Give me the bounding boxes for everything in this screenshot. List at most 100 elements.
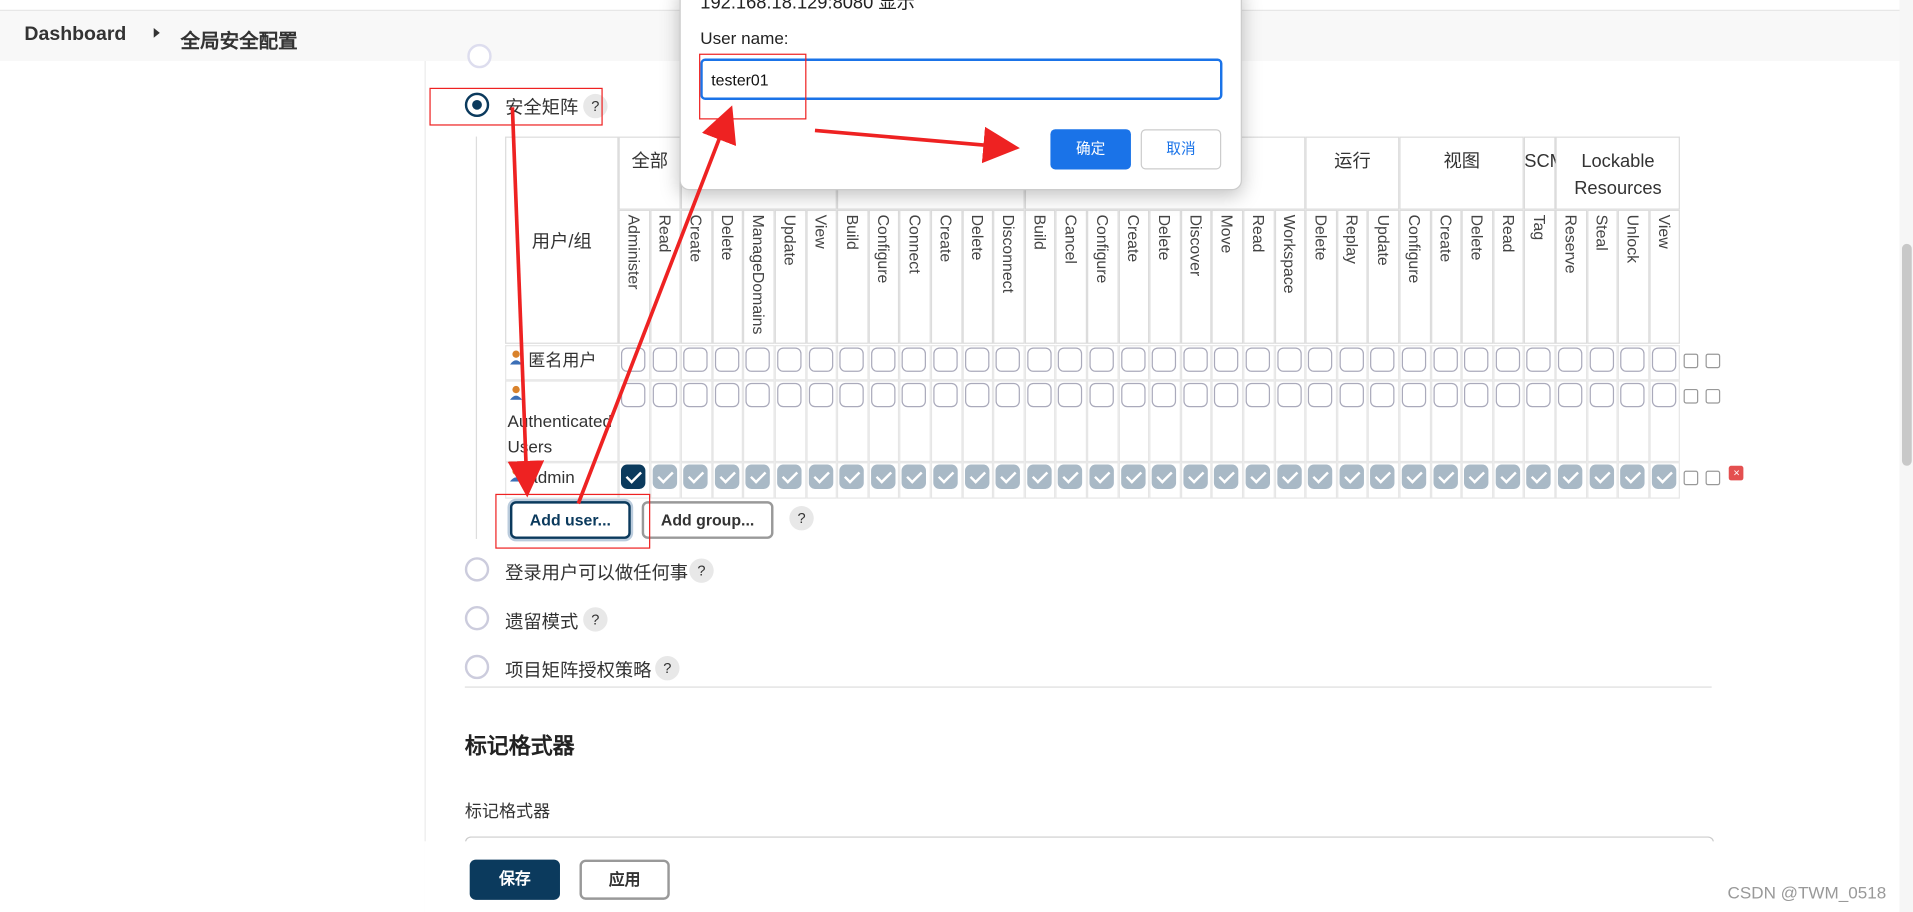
permission-checkbox[interactable] [1058, 347, 1083, 372]
permission-checkbox[interactable] [1151, 464, 1177, 489]
permission-checkbox[interactable] [1308, 382, 1333, 408]
permission-checkbox[interactable] [1214, 464, 1239, 489]
permission-checkbox[interactable] [777, 464, 802, 489]
permission-checkbox[interactable] [1433, 347, 1458, 372]
permission-checkbox[interactable] [808, 382, 833, 408]
permission-checkbox[interactable] [1557, 464, 1583, 489]
permission-checkbox[interactable] [1464, 382, 1489, 408]
permission-checkbox[interactable] [745, 382, 771, 408]
dialog-cancel-button[interactable]: 取消 [1140, 129, 1222, 170]
permission-checkbox[interactable] [683, 382, 708, 408]
permission-checkbox[interactable] [1401, 464, 1427, 489]
permission-checkbox[interactable] [902, 382, 927, 408]
permission-checkbox[interactable] [1620, 382, 1645, 408]
permission-checkbox[interactable] [870, 464, 896, 489]
permission-checkbox[interactable] [808, 347, 833, 372]
help-icon[interactable]: ? [655, 655, 680, 681]
permission-checkbox[interactable] [1151, 347, 1177, 372]
permission-checkbox[interactable] [1495, 464, 1520, 489]
permission-checkbox[interactable] [1276, 464, 1302, 489]
permission-checkbox[interactable] [839, 347, 864, 372]
permission-checkbox[interactable] [1339, 347, 1364, 372]
permission-checkbox[interactable] [995, 347, 1021, 372]
unselect-all-icon[interactable] [1706, 388, 1721, 404]
permission-checkbox[interactable] [1026, 347, 1052, 372]
permission-checkbox[interactable] [1495, 347, 1520, 372]
permission-checkbox[interactable] [683, 464, 708, 489]
permission-checkbox[interactable] [995, 464, 1021, 489]
permission-checkbox[interactable] [777, 382, 802, 408]
permission-checkbox[interactable] [620, 464, 646, 489]
radio-logged-in-anything[interactable] [464, 557, 490, 582]
permission-checkbox[interactable] [1089, 464, 1114, 489]
remove-entry-icon[interactable]: × [1729, 465, 1744, 481]
permission-checkbox[interactable] [1089, 382, 1114, 408]
permission-checkbox[interactable] [1183, 382, 1208, 408]
select-all-icon[interactable] [1684, 388, 1699, 404]
permission-checkbox[interactable] [1308, 347, 1333, 372]
permission-checkbox[interactable] [902, 347, 927, 372]
permission-checkbox[interactable] [620, 382, 646, 408]
radio-legacy-mode[interactable] [464, 605, 490, 631]
permission-checkbox[interactable] [714, 347, 740, 372]
permission-checkbox[interactable] [1339, 382, 1364, 408]
permission-checkbox[interactable] [1401, 382, 1427, 408]
permission-checkbox[interactable] [1651, 382, 1677, 408]
permission-checkbox[interactable] [1433, 464, 1458, 489]
dialog-ok-button[interactable]: 确定 [1050, 129, 1131, 170]
permission-checkbox[interactable] [1557, 382, 1583, 408]
permission-checkbox[interactable] [1276, 382, 1302, 408]
permission-checkbox[interactable] [1464, 347, 1489, 372]
permission-checkbox[interactable] [1120, 382, 1146, 408]
permission-checkbox[interactable] [1370, 347, 1395, 372]
permission-checkbox[interactable] [1589, 382, 1614, 408]
select-all-icon[interactable] [1684, 353, 1699, 369]
permission-checkbox[interactable] [1495, 382, 1520, 408]
permission-checkbox[interactable] [1526, 464, 1552, 489]
permission-checkbox[interactable] [652, 382, 677, 408]
apply-button[interactable]: 应用 [579, 859, 670, 900]
permission-checkbox[interactable] [620, 347, 646, 372]
permission-checkbox[interactable] [1183, 464, 1208, 489]
permission-checkbox[interactable] [1276, 347, 1302, 372]
permission-checkbox[interactable] [1245, 347, 1271, 372]
radio-project-matrix[interactable] [464, 654, 490, 680]
permission-checkbox[interactable] [745, 347, 771, 372]
permission-checkbox[interactable] [1526, 347, 1552, 372]
permission-checkbox[interactable] [652, 464, 677, 489]
permission-checkbox[interactable] [714, 464, 740, 489]
permission-checkbox[interactable] [964, 347, 989, 372]
permission-checkbox[interactable] [745, 464, 771, 489]
permission-checkbox[interactable] [1651, 464, 1677, 489]
unselect-all-icon[interactable] [1706, 353, 1721, 369]
permission-checkbox[interactable] [995, 382, 1021, 408]
permission-checkbox[interactable] [1120, 464, 1146, 489]
permission-checkbox[interactable] [839, 382, 864, 408]
permission-checkbox[interactable] [1183, 347, 1208, 372]
help-icon[interactable]: ? [689, 558, 714, 583]
permission-checkbox[interactable] [839, 464, 864, 489]
permission-checkbox[interactable] [1557, 347, 1583, 372]
permission-checkbox[interactable] [1370, 382, 1395, 408]
help-icon[interactable]: ? [583, 607, 608, 632]
permission-checkbox[interactable] [1464, 464, 1489, 489]
permission-checkbox[interactable] [1214, 347, 1239, 372]
save-button[interactable]: 保存 [469, 859, 560, 900]
permission-checkbox[interactable] [1651, 347, 1677, 372]
permission-checkbox[interactable] [1339, 464, 1364, 489]
permission-checkbox[interactable] [683, 347, 708, 372]
permission-checkbox[interactable] [777, 347, 802, 372]
scrollbar-thumb[interactable] [1901, 243, 1912, 466]
permission-checkbox[interactable] [933, 464, 958, 489]
permission-checkbox[interactable] [964, 464, 989, 489]
permission-checkbox[interactable] [652, 347, 677, 372]
permission-checkbox[interactable] [964, 382, 989, 408]
permission-checkbox[interactable] [1245, 464, 1271, 489]
add-group-button[interactable]: Add group... [641, 501, 774, 539]
permission-checkbox[interactable] [808, 464, 833, 489]
permission-checkbox[interactable] [1370, 464, 1395, 489]
permission-checkbox[interactable] [1214, 382, 1239, 408]
permission-checkbox[interactable] [1401, 347, 1427, 372]
breadcrumb-dashboard[interactable]: Dashboard [24, 24, 126, 46]
unselect-all-icon[interactable] [1706, 470, 1721, 486]
